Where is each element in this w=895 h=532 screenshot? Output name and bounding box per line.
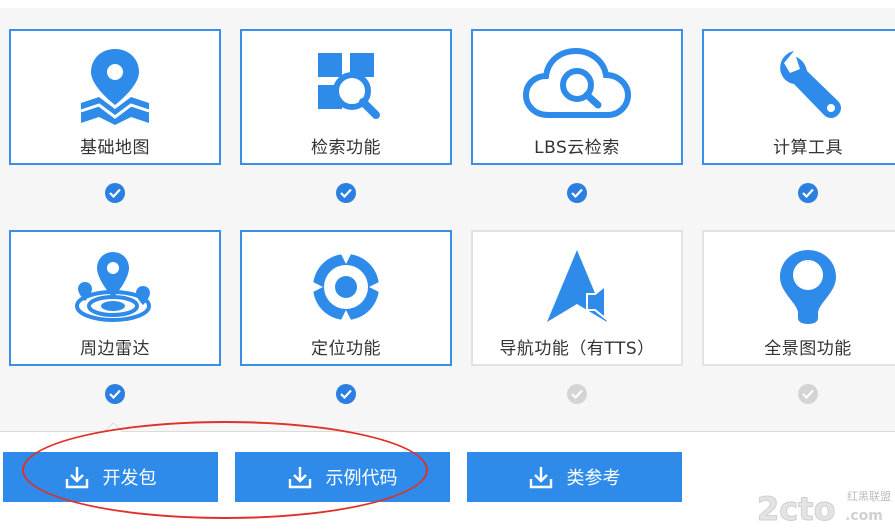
download-icon bbox=[65, 465, 89, 489]
svg-text:2cto: 2cto bbox=[757, 490, 836, 528]
check-search[interactable] bbox=[336, 183, 356, 203]
feature-label: 定位功能 bbox=[311, 339, 381, 359]
download-sample-code-button[interactable]: 示例代码 bbox=[235, 452, 450, 502]
feature-card-navigation[interactable]: 导航功能（有TTS） bbox=[471, 230, 683, 366]
feature-label: 周边雷达 bbox=[80, 339, 150, 359]
button-label: 开发包 bbox=[102, 468, 157, 489]
feature-label: 基础地图 bbox=[80, 138, 150, 158]
feature-label: 检索功能 bbox=[311, 138, 381, 158]
map-pin-icon bbox=[11, 45, 219, 127]
feature-label: 全景图功能 bbox=[764, 339, 852, 359]
svg-text:.com: .com bbox=[845, 508, 883, 524]
check-navigation[interactable] bbox=[567, 384, 587, 404]
radar-pin-icon bbox=[11, 246, 219, 328]
button-label: 示例代码 bbox=[325, 468, 398, 489]
check-radar[interactable] bbox=[105, 384, 125, 404]
search-grid-icon bbox=[242, 45, 450, 127]
button-label: 类参考 bbox=[566, 468, 621, 489]
feature-card-panorama[interactable]: 全景图功能 bbox=[702, 230, 895, 366]
watermark-logo: 2cto .com 红黑联盟 bbox=[757, 484, 895, 529]
feature-label: LBS云检索 bbox=[534, 138, 620, 158]
download-icon bbox=[529, 465, 553, 489]
check-basic-map[interactable] bbox=[105, 183, 125, 203]
feature-card-locate[interactable]: 定位功能 bbox=[240, 230, 452, 366]
navigation-arrow-icon bbox=[473, 246, 681, 328]
feature-label: 导航功能（有TTS） bbox=[499, 339, 655, 359]
feature-card-calc-tools[interactable]: 计算工具 bbox=[702, 29, 895, 165]
panorama-pin-icon bbox=[704, 246, 895, 328]
cloud-search-icon bbox=[473, 45, 681, 127]
check-lbs-cloud[interactable] bbox=[567, 183, 587, 203]
download-class-reference-button[interactable]: 类参考 bbox=[467, 452, 682, 502]
feature-card-lbs-cloud[interactable]: LBS云检索 bbox=[471, 29, 683, 165]
svg-text:红黑联盟: 红黑联盟 bbox=[847, 490, 891, 503]
check-panorama[interactable] bbox=[798, 384, 818, 404]
feature-card-basic-map[interactable]: 基础地图 bbox=[9, 29, 221, 165]
wrench-icon bbox=[704, 45, 895, 127]
divider bbox=[0, 431, 895, 432]
check-locate[interactable] bbox=[336, 384, 356, 404]
locate-icon bbox=[242, 246, 450, 328]
download-icon bbox=[288, 465, 312, 489]
download-sdk-button[interactable]: 开发包 bbox=[3, 452, 218, 502]
feature-panel: 基础地图 检索功能 LBS云检索 计算工具 周边雷达 定位功能 导航功能（有TT… bbox=[0, 8, 895, 431]
feature-card-search[interactable]: 检索功能 bbox=[240, 29, 452, 165]
feature-card-radar[interactable]: 周边雷达 bbox=[9, 230, 221, 366]
check-calc-tools[interactable] bbox=[798, 183, 818, 203]
feature-label: 计算工具 bbox=[773, 138, 843, 158]
